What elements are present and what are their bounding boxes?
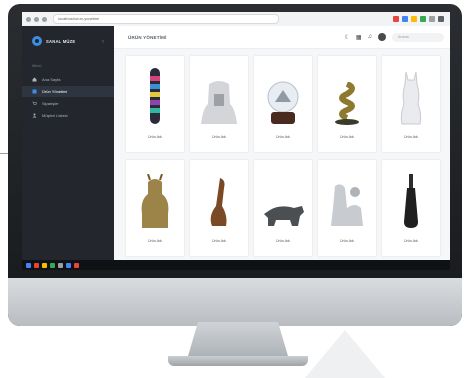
app-icon[interactable]	[26, 262, 31, 268]
back-icon[interactable]	[26, 16, 31, 22]
extension-icon[interactable]	[420, 16, 426, 22]
monitor-stand	[188, 322, 288, 356]
bell-icon[interactable]: ♫	[368, 34, 373, 40]
app-icon[interactable]	[50, 262, 55, 268]
product-card[interactable]: Ürün Adı	[382, 56, 440, 152]
product-grid: Ürün Adı Ürün Adı Ürün Adı Ürün Adı Ürün…	[126, 56, 444, 256]
sidebar: SANAL MÜZE ‹ Menü Ana Sayfa Ürün Yönetim…	[22, 26, 114, 260]
product-image	[132, 62, 178, 126]
product-card[interactable]: Ürün Adı	[190, 160, 248, 256]
product-card[interactable]: Ürün Adı	[318, 56, 376, 152]
product-card[interactable]: Ürün Adı	[382, 160, 440, 256]
background-shape	[305, 330, 385, 378]
browser-nav	[26, 16, 47, 22]
product-image	[196, 166, 242, 230]
screen: localhost/urun-yonetimi SANAL MÜZE ‹ Men…	[22, 12, 450, 270]
sidebar-item-label: Ana Sayfa	[42, 77, 61, 82]
product-name: Ürün Adı	[340, 135, 354, 139]
product-name: Ürün Adı	[276, 239, 290, 243]
product-name: Ürün Adı	[404, 239, 418, 243]
product-name: Ürün Adı	[148, 135, 162, 139]
forward-icon[interactable]	[34, 16, 39, 22]
product-card[interactable]: Ürün Adı	[254, 56, 312, 152]
logo-icon	[32, 36, 42, 46]
sidebar-item-home[interactable]: Ana Sayfa	[22, 74, 114, 85]
browser-extensions	[393, 16, 444, 22]
chevron-left-icon[interactable]: ‹	[102, 39, 104, 45]
extension-icon[interactable]	[429, 16, 435, 22]
monitor-chin	[8, 278, 462, 326]
menu-icon[interactable]	[438, 16, 444, 22]
sidebar-item-customers[interactable]: Müşteri Listesi	[22, 110, 114, 121]
product-image	[132, 166, 178, 230]
app-icon[interactable]	[58, 262, 63, 268]
browser-toolbar: localhost/urun-yonetimi	[22, 12, 450, 27]
cart-icon	[32, 101, 37, 105]
sidebar-item-label: Müşteri Listesi	[42, 113, 68, 118]
page-title: ÜRÜN YÖNETİMİ	[128, 34, 167, 40]
brand-name: SANAL MÜZE	[46, 38, 76, 44]
product-name: Ürün Adı	[148, 239, 162, 243]
product-card[interactable]: Ürün Adı	[318, 160, 376, 256]
sidebar-item-label: Ürün Yönetimi	[42, 89, 68, 94]
taskbar	[22, 260, 450, 270]
extension-icon[interactable]	[411, 16, 417, 22]
product-image	[260, 166, 306, 230]
monitor-base	[168, 356, 308, 366]
product-image	[388, 62, 434, 126]
box-icon	[32, 89, 37, 94]
avatar[interactable]	[378, 33, 386, 41]
users-icon	[32, 113, 37, 118]
product-image	[260, 62, 306, 126]
product-image	[324, 166, 370, 230]
moon-icon[interactable]: ☾	[344, 34, 349, 41]
product-card[interactable]: Ürün Adı	[126, 56, 184, 152]
product-card[interactable]: Ürün Adı	[126, 160, 184, 256]
top-actions: ☾ ▦ ♫ Arama	[344, 32, 444, 42]
product-name: Ürün Adı	[340, 239, 354, 243]
sidebar-item-products[interactable]: Ürün Yönetimi	[22, 86, 114, 97]
search-input[interactable]: Arama	[392, 32, 444, 42]
product-name: Ürün Adı	[404, 135, 418, 139]
product-card[interactable]: Ürün Adı	[190, 56, 248, 152]
product-name: Ürün Adı	[276, 135, 290, 139]
address-bar[interactable]: localhost/urun-yonetimi	[53, 14, 279, 24]
product-image	[196, 62, 242, 126]
extension-icon[interactable]	[393, 16, 399, 22]
app-icon[interactable]	[74, 262, 79, 268]
product-name: Ürün Adı	[212, 239, 226, 243]
product-card[interactable]: Ürün Adı	[254, 160, 312, 256]
reload-icon[interactable]	[42, 16, 47, 22]
product-image	[324, 62, 370, 126]
sidebar-item-orders[interactable]: Siparişler	[22, 98, 114, 109]
home-icon	[32, 77, 37, 82]
top-bar: ÜRÜN YÖNETİMİ ☾ ▦ ♫ Arama	[114, 26, 450, 49]
menu-title: Menü	[32, 64, 42, 68]
app-icon[interactable]	[34, 262, 39, 268]
app-icon[interactable]	[66, 262, 71, 268]
imac-monitor: localhost/urun-yonetimi SANAL MÜZE ‹ Men…	[8, 4, 462, 326]
sidebar-item-label: Siparişler	[42, 101, 59, 106]
grid-icon[interactable]: ▦	[356, 34, 362, 41]
product-image	[388, 166, 434, 230]
extension-icon[interactable]	[402, 16, 408, 22]
product-name: Ürün Adı	[212, 135, 226, 139]
main-content: ÜRÜN YÖNETİMİ ☾ ▦ ♫ Arama Ürün Adı Ürün …	[114, 26, 450, 260]
app-icon[interactable]	[42, 262, 47, 268]
